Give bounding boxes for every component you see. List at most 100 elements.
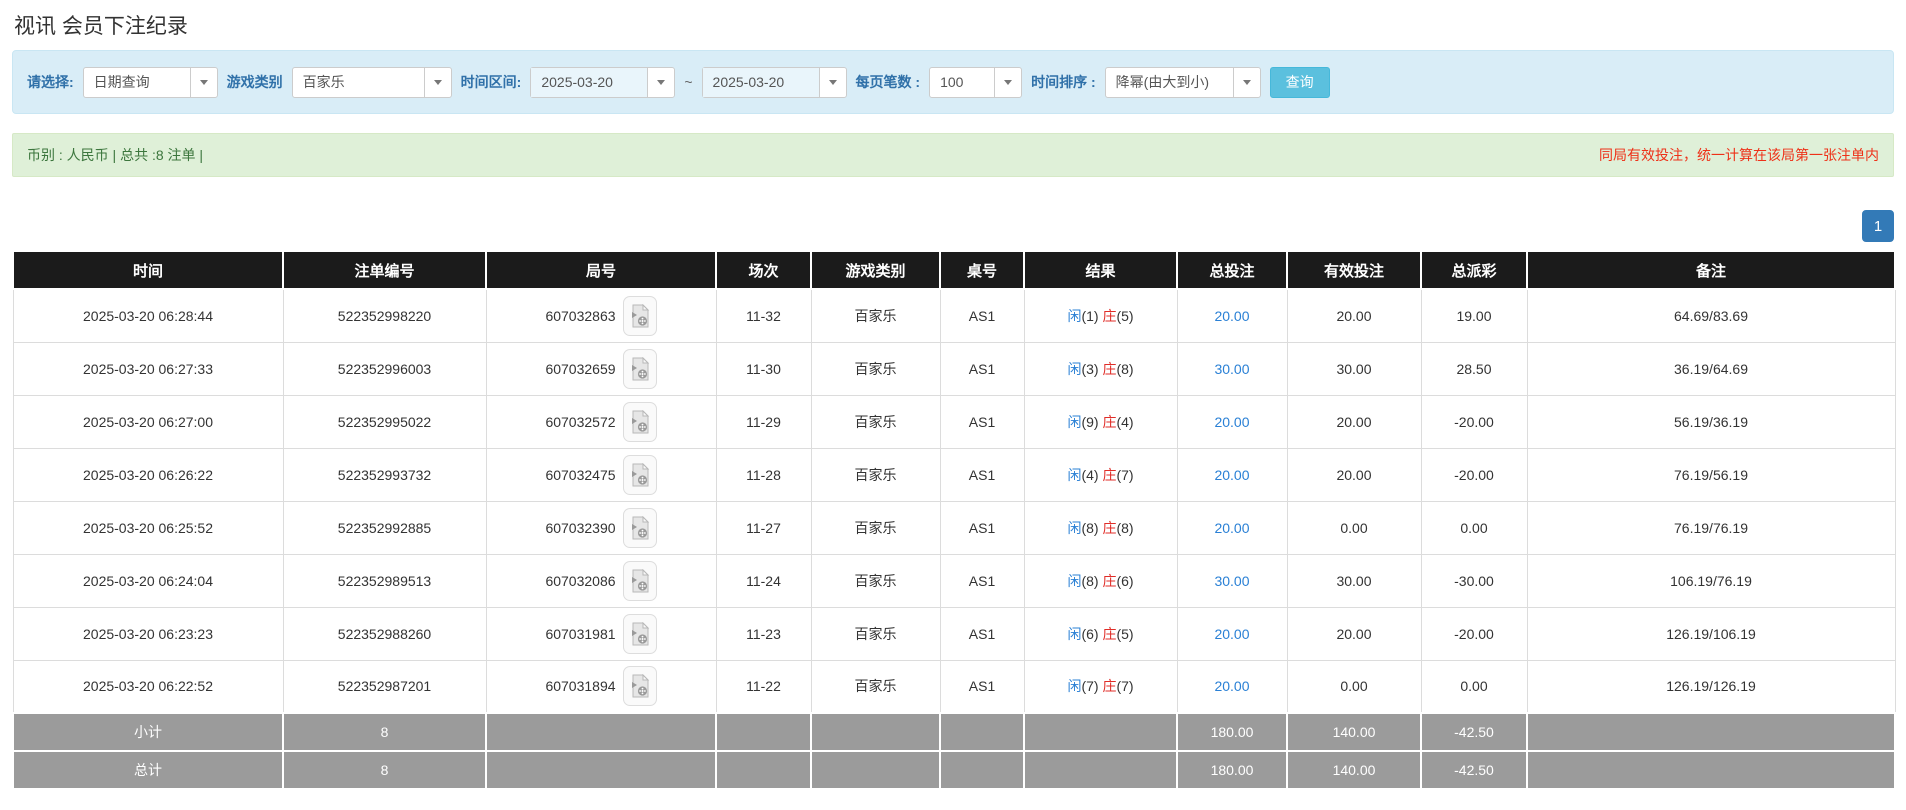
cell-result: 闲(8) 庄(6) (1023, 553, 1178, 608)
table-row: 2025-03-20 06:27:00 522352995022 607032572… (12, 394, 1896, 449)
cell-bet-id: 522352992885 (282, 500, 487, 555)
round-wrap: 607031981 (545, 613, 657, 654)
cell-total-bet: 20.00 (1176, 447, 1288, 502)
video-replay-button[interactable] (622, 507, 657, 548)
cell-time: 2025-03-20 06:27:00 (12, 394, 284, 449)
subtotal-row: 小计 8 180.00 140.00 -42.50 (12, 712, 1896, 752)
video-replay-button[interactable] (622, 401, 657, 442)
cell-session: 11-22 (715, 659, 812, 714)
cell-result: 闲(9) 庄(4) (1023, 394, 1178, 449)
total-bet-link[interactable]: 20.00 (1214, 626, 1249, 642)
total-bet-link[interactable]: 20.00 (1214, 520, 1249, 536)
table-row: 2025-03-20 06:25:52 522352992885 607032390… (12, 500, 1896, 555)
cell-total-bet: 20.00 (1176, 500, 1288, 555)
cell-bet-id: 522352995022 (282, 394, 487, 449)
sort-label: 时间排序 : (1031, 74, 1096, 90)
result-player: 闲 (1067, 625, 1082, 642)
mode-select[interactable]: 日期查询 (82, 66, 218, 98)
table-row: 2025-03-20 06:23:23 522352988260 607031981… (12, 606, 1896, 661)
cell-result: 闲(7) 庄(7) (1023, 659, 1178, 714)
game-type-select[interactable]: 百家乐 (291, 66, 452, 98)
round-wrap: 607032572 (545, 401, 657, 442)
round-number: 607032572 (545, 413, 616, 430)
cell-bet-id: 522352988260 (282, 606, 487, 661)
cell-total-bet: 20.00 (1176, 288, 1288, 343)
result-banker: 庄 (1102, 625, 1117, 642)
cell-session: 11-23 (715, 606, 812, 661)
result-banker-score: (8) (1116, 360, 1134, 377)
cell-bet-id: 522352987201 (282, 659, 487, 714)
total-row: 总计 8 180.00 140.00 -42.50 (12, 750, 1896, 790)
result-banker-score: (5) (1116, 625, 1134, 642)
cell-round: 607032475 (485, 447, 717, 502)
round-number: 607032863 (545, 307, 616, 324)
result-banker: 庄 (1102, 678, 1117, 695)
cell-remark: 126.19/106.19 (1526, 606, 1896, 661)
round-wrap: 607032390 (545, 507, 657, 548)
date-from-select[interactable]: 2025-03-20 (530, 66, 676, 98)
video-replay-button[interactable] (622, 295, 657, 336)
result-player: 闲 (1067, 413, 1082, 430)
video-replay-button[interactable] (622, 560, 657, 601)
cell-game-type: 百家乐 (810, 659, 941, 714)
result-banker-score: (6) (1116, 572, 1134, 589)
round-number: 607032659 (545, 360, 616, 377)
result-banker-score: (7) (1116, 678, 1134, 695)
result-banker: 庄 (1102, 360, 1117, 377)
cell-total-bet: 20.00 (1176, 606, 1288, 661)
total-bet-link[interactable]: 20.00 (1214, 678, 1249, 694)
chevron-down-icon (647, 67, 675, 97)
cell-result: 闲(4) 庄(7) (1023, 447, 1178, 502)
table-row: 2025-03-20 06:22:52 522352987201 607031894… (12, 659, 1896, 714)
page-size-select[interactable]: 100 (929, 66, 1023, 98)
column-header: 总投注 (1176, 250, 1288, 290)
video-replay-button[interactable] (622, 348, 657, 389)
date-range-separator: ~ (684, 74, 693, 90)
summary-empty-cell (939, 712, 1025, 752)
result-banker: 庄 (1102, 413, 1117, 430)
video-replay-button[interactable] (622, 613, 657, 654)
page-number-button[interactable]: 1 (1862, 210, 1894, 242)
cell-payout: 28.50 (1420, 341, 1528, 396)
cell-round: 607032390 (485, 500, 717, 555)
betting-records-table: 时间 注单编号 局号 场次 游戏类别 桌号 结果 总投注 有效投注 总派彩 备注 2025-03-2… (12, 250, 1896, 790)
chevron-down-icon (994, 67, 1022, 97)
total-bet-link[interactable]: 30.00 (1214, 361, 1249, 377)
round-number: 607032086 (545, 572, 616, 589)
cell-remark: 36.19/64.69 (1526, 341, 1896, 396)
chevron-down-icon (818, 67, 846, 97)
video-replay-icon (631, 674, 649, 698)
cell-game-type: 百家乐 (810, 500, 941, 555)
total-bet-link[interactable]: 30.00 (1214, 573, 1249, 589)
column-header: 局号 (485, 250, 717, 290)
result-banker-score: (5) (1116, 307, 1134, 324)
warning-note-text: 同局有效投注，统一计算在该局第一张注单内 (1599, 147, 1879, 163)
sort-select[interactable]: 降幂(由大到小) (1104, 66, 1261, 98)
cell-table-no: AS1 (939, 447, 1025, 502)
cell-time: 2025-03-20 06:25:52 (12, 500, 284, 555)
total-bet-link[interactable]: 20.00 (1214, 467, 1249, 483)
cell-total-bet: 30.00 (1176, 553, 1288, 608)
summary-valid-bet: 140.00 (1286, 750, 1422, 790)
column-header: 有效投注 (1286, 250, 1422, 290)
summary-total-bet: 180.00 (1176, 750, 1288, 790)
summary-label: 总计 (12, 750, 284, 790)
total-bet-link[interactable]: 20.00 (1214, 308, 1249, 324)
result-player-score: (3) (1081, 360, 1103, 377)
round-number: 607031981 (545, 625, 616, 642)
cell-result: 闲(6) 庄(5) (1023, 606, 1178, 661)
video-replay-icon (631, 621, 649, 645)
date-to-select[interactable]: 2025-03-20 (701, 66, 847, 98)
video-replay-icon (631, 303, 649, 328)
cell-remark: 76.19/76.19 (1526, 500, 1896, 555)
total-bet-link[interactable]: 20.00 (1214, 414, 1249, 430)
cell-valid-bet: 20.00 (1286, 288, 1422, 343)
table-row: 2025-03-20 06:26:22 522352993732 607032475… (12, 447, 1896, 502)
cell-session: 11-30 (715, 341, 812, 396)
cell-remark: 76.19/56.19 (1526, 447, 1896, 502)
search-button[interactable]: 查询 (1269, 66, 1330, 98)
result-banker: 庄 (1102, 519, 1117, 536)
video-replay-button[interactable] (622, 454, 657, 495)
video-replay-button[interactable] (622, 666, 657, 707)
cell-valid-bet: 30.00 (1286, 553, 1422, 608)
